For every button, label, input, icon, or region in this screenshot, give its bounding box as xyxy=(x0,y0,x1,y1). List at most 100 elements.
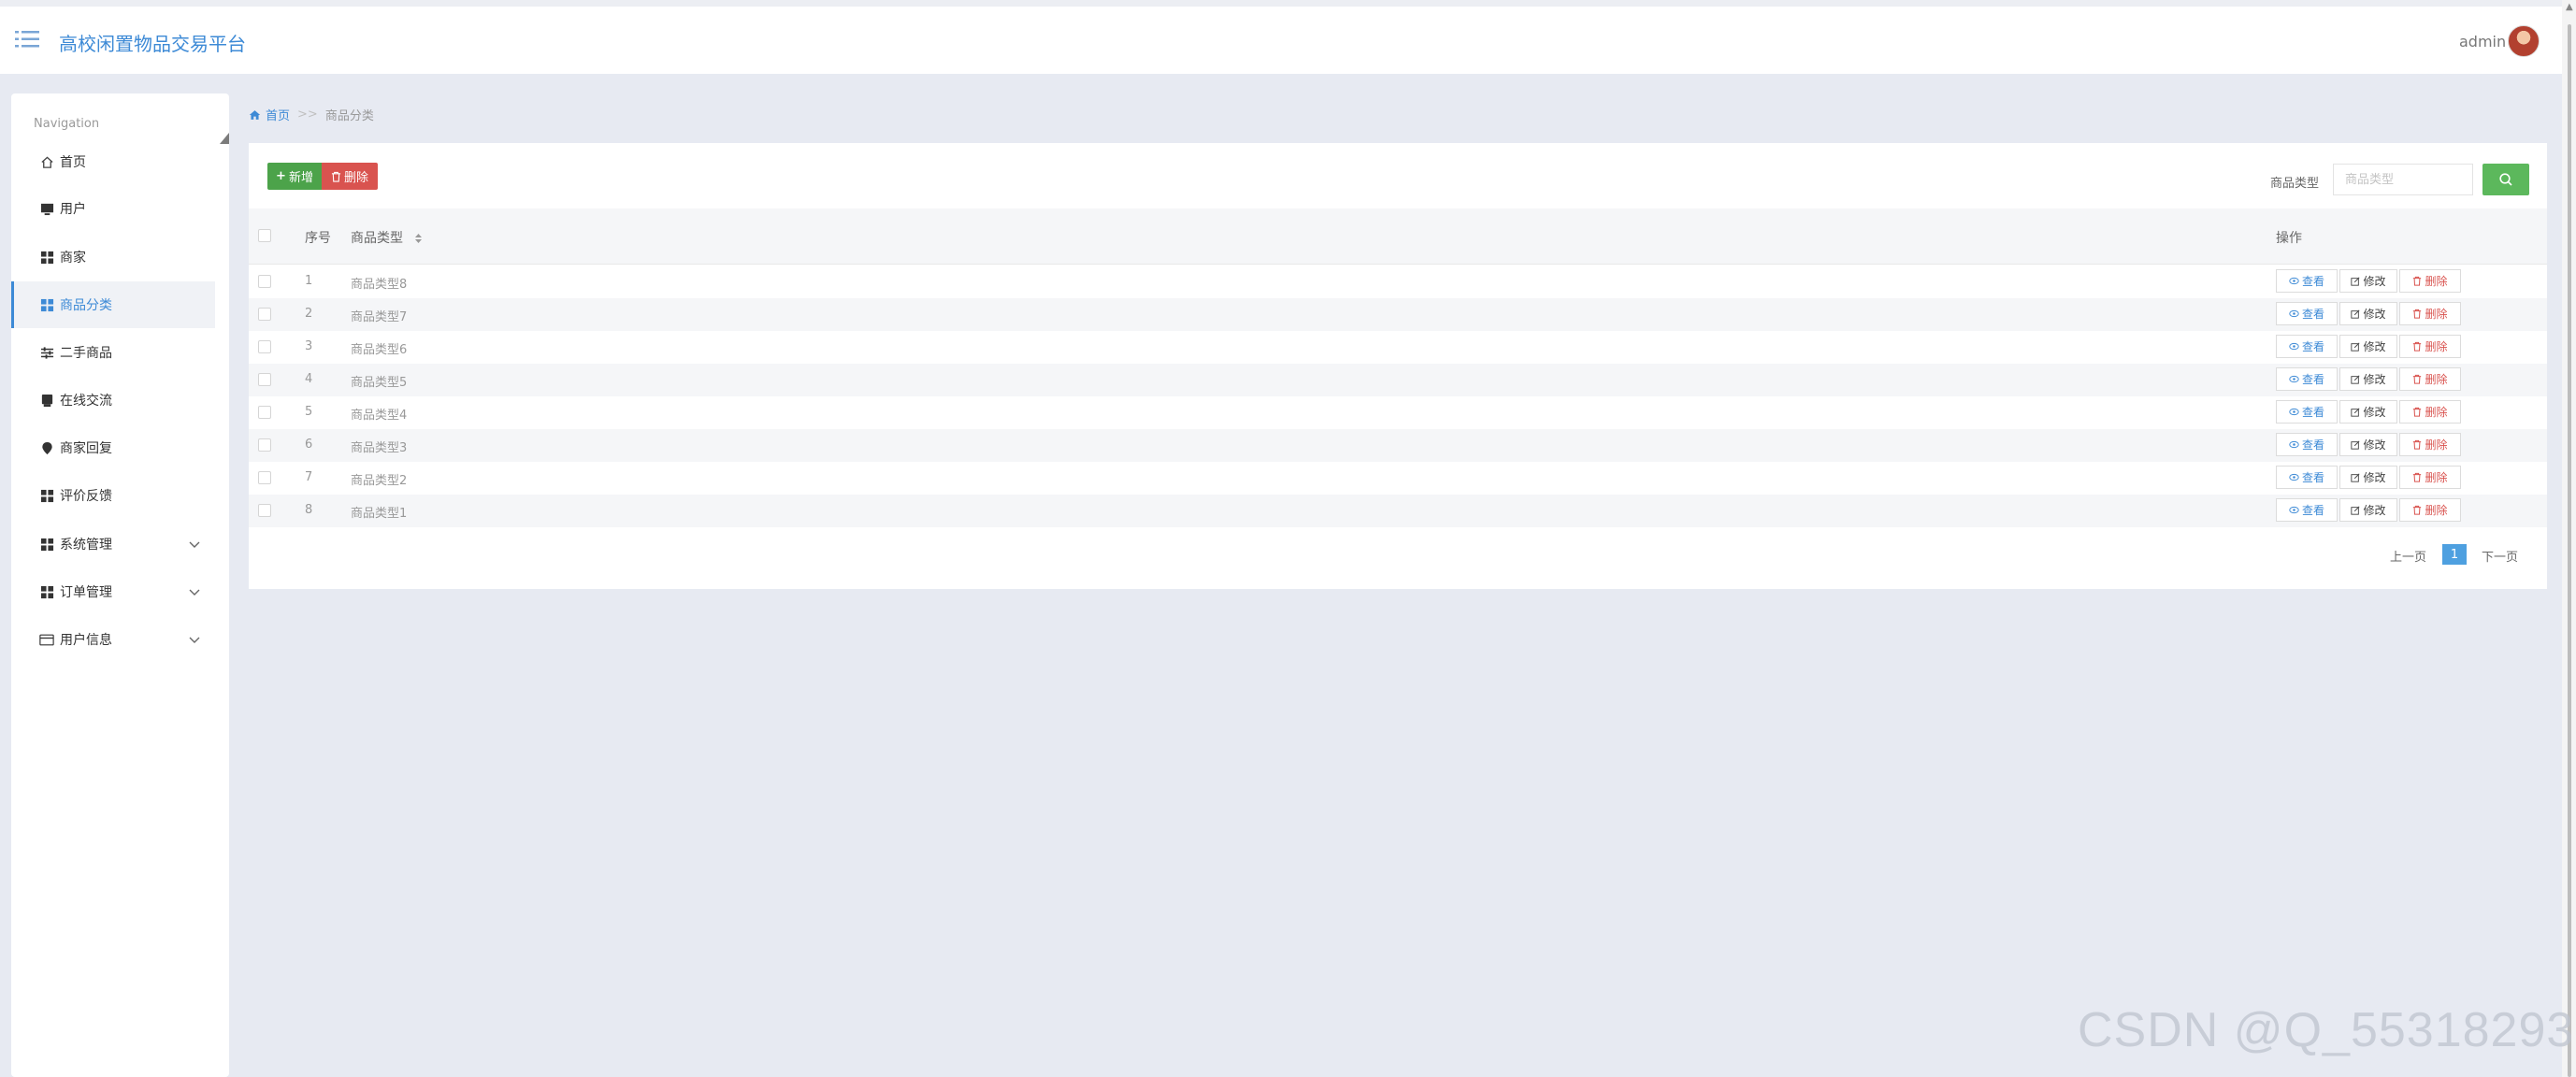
edit-button-label: 修改 xyxy=(2363,373,2386,386)
delete-button[interactable]: 删除 xyxy=(2399,269,2461,293)
view-button[interactable]: 查看 xyxy=(2276,498,2338,522)
delete-button[interactable]: 删除 xyxy=(2399,433,2461,456)
view-button[interactable]: 查看 xyxy=(2276,269,2338,293)
grid-icon xyxy=(39,250,54,265)
eye-icon xyxy=(2289,375,2299,383)
delete-button-label: 删除 xyxy=(2425,471,2448,484)
delete-button-label: 删除 xyxy=(2425,275,2448,288)
sidebar-item-second-hand[interactable]: 二手商品 xyxy=(11,329,215,376)
sidebar-item-system[interactable]: 系统管理 xyxy=(11,521,215,567)
edit-button[interactable]: 修改 xyxy=(2339,335,2397,358)
row-index: 5 xyxy=(305,405,313,419)
delete-button[interactable]: 删除 xyxy=(2399,367,2461,391)
delete-button-label: 删除 xyxy=(2425,406,2448,419)
edit-button-label: 修改 xyxy=(2363,504,2386,517)
menu-toggle-icon[interactable] xyxy=(15,29,39,50)
sidebar-item-categories[interactable]: 商品分类 xyxy=(11,281,215,328)
edit-button[interactable]: 修改 xyxy=(2339,466,2397,489)
table-row: 2 商品类型7 查看 修改 删除 xyxy=(249,298,2547,331)
column-actions-header: 操作 xyxy=(2276,231,2302,246)
sidebar-item-merchants[interactable]: 商家 xyxy=(11,234,215,280)
edit-button[interactable]: 修改 xyxy=(2339,269,2397,293)
row-index: 7 xyxy=(305,470,313,484)
edit-button[interactable]: 修改 xyxy=(2339,367,2397,391)
sidebar-item-feedback[interactable]: 评价反馈 xyxy=(11,472,215,519)
edit-icon xyxy=(2351,505,2361,515)
edit-button[interactable]: 修改 xyxy=(2339,433,2397,456)
grid-icon xyxy=(39,488,54,503)
sidebar-item-label: 首页 xyxy=(60,155,86,170)
add-button[interactable]: + 新增 xyxy=(267,163,322,190)
row-checkbox[interactable] xyxy=(258,504,271,517)
row-checkbox[interactable] xyxy=(258,275,271,288)
view-button[interactable]: 查看 xyxy=(2276,400,2338,424)
sidebar-item-orders[interactable]: 订单管理 xyxy=(11,568,215,615)
trash-icon xyxy=(2413,505,2422,515)
batch-delete-button[interactable]: 删除 xyxy=(322,163,378,190)
sidebar-item-user-info[interactable]: 用户信息 xyxy=(11,616,215,663)
pagination-next[interactable]: 下一页 xyxy=(2482,547,2518,565)
select-all-checkbox[interactable] xyxy=(258,229,271,242)
top-header: 高校闲置物品交易平台 admin xyxy=(0,7,2562,74)
delete-button[interactable]: 删除 xyxy=(2399,302,2461,325)
eye-icon xyxy=(2289,309,2299,318)
row-checkbox[interactable] xyxy=(258,471,271,484)
eye-icon xyxy=(2289,342,2299,351)
row-checkbox[interactable] xyxy=(258,406,271,419)
delete-button[interactable]: 删除 xyxy=(2399,498,2461,522)
sidebar-item-home[interactable]: 首页 xyxy=(11,138,215,185)
pagination-prev[interactable]: 上一页 xyxy=(2390,547,2426,565)
column-type-header[interactable]: 商品类型 xyxy=(351,228,423,247)
row-type: 商品类型4 xyxy=(351,409,408,423)
sort-icon[interactable] xyxy=(414,233,423,244)
row-checkbox[interactable] xyxy=(258,308,271,321)
user-name[interactable]: admin xyxy=(2459,33,2506,50)
edit-button[interactable]: 修改 xyxy=(2339,498,2397,522)
edit-icon xyxy=(2351,407,2361,417)
row-type: 商品类型5 xyxy=(351,376,408,390)
view-button-label: 查看 xyxy=(2301,406,2324,419)
delete-button-label: 删除 xyxy=(343,171,368,185)
delete-button[interactable]: 删除 xyxy=(2399,400,2461,424)
scrollbar-thumb[interactable] xyxy=(2568,24,2571,1077)
pin-icon xyxy=(39,440,54,455)
card-icon xyxy=(39,632,54,647)
sidebar-item-label: 商家 xyxy=(60,251,86,266)
trash-icon xyxy=(2413,472,2422,482)
sidebar-item-label: 评价反馈 xyxy=(60,489,112,504)
chevron-down-icon xyxy=(189,541,200,548)
pagination-current-page[interactable]: 1 xyxy=(2442,544,2467,565)
view-button[interactable]: 查看 xyxy=(2276,367,2338,391)
row-checkbox[interactable] xyxy=(258,373,271,386)
sidebar-item-chat[interactable]: 在线交流 xyxy=(11,377,215,424)
search-button[interactable] xyxy=(2482,164,2529,195)
sidebar-item-merchant-reply[interactable]: 商家回复 xyxy=(11,424,215,471)
edit-icon xyxy=(2351,472,2361,482)
scroll-up-arrow-icon[interactable]: ▲ xyxy=(2566,2,2573,12)
breadcrumb-home-link[interactable]: 首页 xyxy=(266,106,290,123)
view-button[interactable]: 查看 xyxy=(2276,302,2338,325)
view-button[interactable]: 查看 xyxy=(2276,335,2338,358)
edit-button-label: 修改 xyxy=(2363,275,2386,288)
edit-button[interactable]: 修改 xyxy=(2339,302,2397,325)
edit-icon xyxy=(2351,374,2361,384)
table-header: 序号 商品类型 操作 xyxy=(249,208,2547,265)
row-checkbox[interactable] xyxy=(258,438,271,452)
row-checkbox[interactable] xyxy=(258,340,271,353)
content-panel: + 新增 删除 商品类型 序号 商品类型 操作 1商品类型8查看修改删除2商品类… xyxy=(249,143,2547,589)
view-button[interactable]: 查看 xyxy=(2276,466,2338,489)
row-index: 8 xyxy=(305,503,313,517)
trash-icon xyxy=(2413,276,2422,286)
delete-button[interactable]: 删除 xyxy=(2399,335,2461,358)
filter-label: 商品类型 xyxy=(2270,177,2320,191)
category-search-input[interactable] xyxy=(2333,164,2473,195)
edit-button[interactable]: 修改 xyxy=(2339,400,2397,424)
row-type: 商品类型7 xyxy=(351,310,408,324)
avatar[interactable] xyxy=(2508,25,2540,57)
sidebar-item-users[interactable]: 用户 xyxy=(11,185,215,232)
delete-button[interactable]: 删除 xyxy=(2399,466,2461,489)
delete-button-label: 删除 xyxy=(2425,340,2448,353)
view-button[interactable]: 查看 xyxy=(2276,433,2338,456)
chevron-down-icon xyxy=(189,637,200,643)
sidebar-collapse-icon[interactable] xyxy=(220,133,229,144)
